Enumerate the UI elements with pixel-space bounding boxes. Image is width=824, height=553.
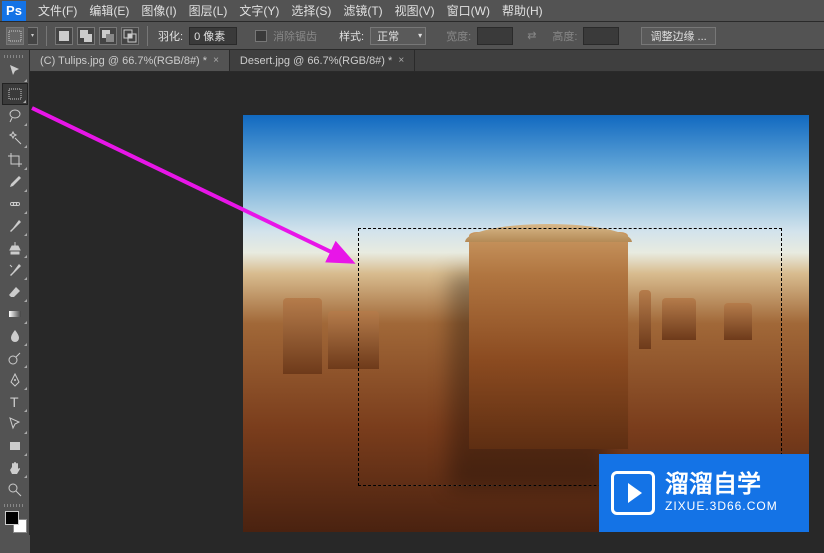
close-icon[interactable]: × (213, 55, 219, 66)
zoom-tool[interactable] (2, 479, 28, 501)
image-content (328, 311, 379, 369)
image-content (662, 298, 696, 340)
dodge-tool[interactable] (2, 347, 28, 369)
menu-type[interactable]: 文字(Y) (233, 0, 285, 21)
eyedropper-tool[interactable] (2, 171, 28, 193)
antialias-checkbox[interactable] (255, 30, 267, 42)
selection-new-icon[interactable] (55, 27, 73, 45)
style-select[interactable]: 正常 (370, 27, 426, 45)
style-value: 正常 (377, 28, 399, 44)
grip (4, 55, 25, 58)
svg-text:T: T (10, 394, 19, 410)
options-bar: ▾ 羽化: 消除锯齿 样式: 正常 宽度: ⇄ 高度: 调整边缘 ... (0, 22, 824, 50)
image-content (469, 232, 627, 449)
style-label: 样式: (337, 28, 366, 44)
separator (4, 504, 25, 507)
antialias-label: 消除锯齿 (271, 28, 319, 44)
divider (46, 26, 47, 46)
selection-subtract-icon[interactable] (99, 27, 117, 45)
refine-edge-button[interactable]: 调整边缘 ... (641, 27, 715, 45)
menu-filter[interactable]: 滤镜(T) (337, 0, 388, 21)
hand-tool[interactable] (2, 457, 28, 479)
document-tabs: (C) Tulips.jpg @ 66.7%(RGB/8#) * × Deser… (30, 50, 824, 72)
watermark: 溜溜自学 ZIXUE.3D66.COM (599, 454, 809, 532)
crop-tool[interactable] (2, 149, 28, 171)
menu-layer[interactable]: 图层(L) (183, 0, 234, 21)
clone-stamp-tool[interactable] (2, 237, 28, 259)
menu-image[interactable]: 图像(I) (135, 0, 182, 21)
width-input (477, 27, 513, 45)
image-content (283, 298, 323, 373)
foreground-color[interactable] (5, 511, 19, 525)
pen-tool[interactable] (2, 369, 28, 391)
image-content (724, 303, 752, 341)
tab-tulips[interactable]: (C) Tulips.jpg @ 66.7%(RGB/8#) * × (30, 50, 230, 71)
tab-label: (C) Tulips.jpg @ 66.7%(RGB/8#) * (40, 55, 207, 67)
watermark-url: ZIXUE.3D66.COM (665, 499, 778, 513)
play-icon (611, 471, 655, 515)
menu-help[interactable]: 帮助(H) (496, 0, 549, 21)
tool-preset-dropdown[interactable]: ▾ (28, 27, 38, 45)
type-tool[interactable]: T (2, 391, 28, 413)
divider (147, 26, 148, 46)
tab-label: Desert.jpg @ 66.7%(RGB/8#) * (240, 55, 392, 67)
watermark-title: 溜溜自学 (665, 473, 778, 497)
menu-edit[interactable]: 编辑(E) (83, 0, 135, 21)
gradient-tool[interactable] (2, 303, 28, 325)
tab-desert[interactable]: Desert.jpg @ 66.7%(RGB/8#) * × (230, 50, 415, 71)
path-select-tool[interactable] (2, 413, 28, 435)
move-tool[interactable] (2, 61, 28, 83)
menu-bar: Ps 文件(F) 编辑(E) 图像(I) 图层(L) 文字(Y) 选择(S) 滤… (0, 0, 824, 22)
selected-tool-icon[interactable] (6, 27, 24, 45)
lasso-tool[interactable] (2, 105, 28, 127)
watermark-text: 溜溜自学 ZIXUE.3D66.COM (665, 473, 778, 513)
blur-tool[interactable] (2, 325, 28, 347)
document-canvas[interactable]: 溜溜自学 ZIXUE.3D66.COM (243, 115, 809, 532)
eraser-tool[interactable] (2, 281, 28, 303)
swap-icon: ⇄ (527, 29, 536, 42)
image-content (639, 290, 650, 348)
canvas-area[interactable]: 溜溜自学 ZIXUE.3D66.COM (30, 72, 824, 553)
magic-wand-tool[interactable] (2, 127, 28, 149)
menu-window[interactable]: 窗口(W) (441, 0, 496, 21)
menu-select[interactable]: 选择(S) (285, 0, 337, 21)
marquee-tool[interactable] (2, 83, 28, 105)
tool-bar: T (0, 50, 30, 535)
height-label: 高度: (550, 28, 579, 44)
close-icon[interactable]: × (398, 55, 404, 66)
selection-intersect-icon[interactable] (121, 27, 139, 45)
brush-tool[interactable] (2, 215, 28, 237)
menu-view[interactable]: 视图(V) (389, 0, 441, 21)
menu-file[interactable]: 文件(F) (32, 0, 83, 21)
color-swatches[interactable] (5, 511, 27, 533)
feather-label: 羽化: (156, 28, 185, 44)
width-label: 宽度: (444, 28, 473, 44)
feather-input[interactable] (189, 27, 237, 45)
ps-logo: Ps (2, 1, 26, 21)
spot-heal-tool[interactable] (2, 193, 28, 215)
history-brush-tool[interactable] (2, 259, 28, 281)
rectangle-tool[interactable] (2, 435, 28, 457)
selection-add-icon[interactable] (77, 27, 95, 45)
height-input (583, 27, 619, 45)
